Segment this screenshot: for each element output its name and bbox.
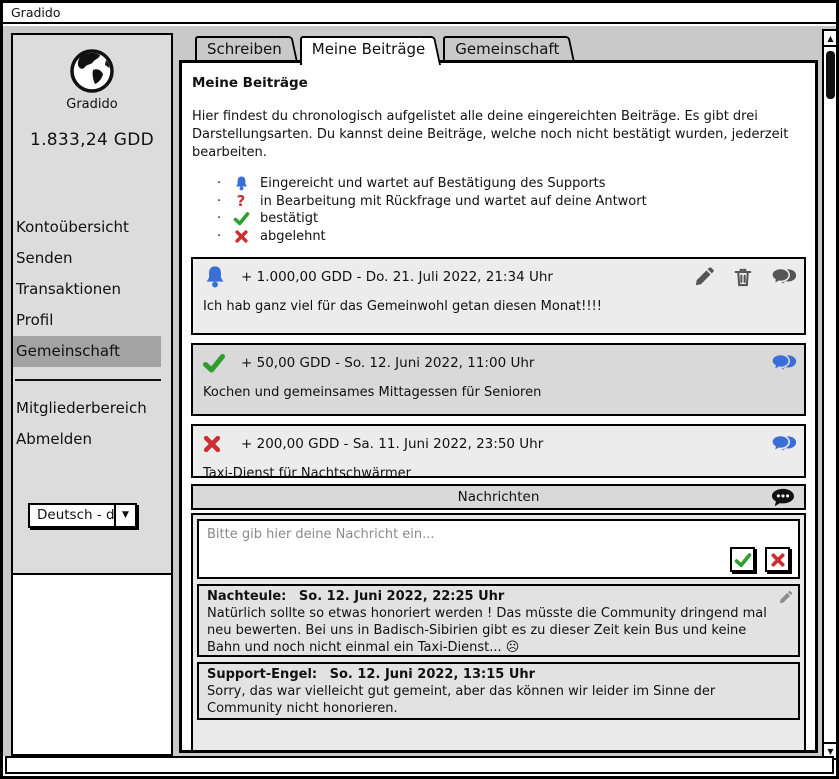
legend-item-abgelehnt: · abgelehnt (217, 228, 806, 246)
bullet: · (217, 176, 231, 191)
messages-title: Nachrichten (193, 489, 804, 505)
chat-dots-icon (770, 487, 796, 509)
message-header: Support-Engel: So. 12. Juni 2022, 13:15 … (207, 667, 774, 682)
sidebar-item-kontouebersicht[interactable]: Kontoübersicht (13, 212, 161, 243)
message-time: So. 12. Juni 2022, 22:25 Uhr (299, 589, 504, 604)
entry-title: + 1.000,00 GDD - Do. 21. Juli 2022, 21:3… (241, 269, 681, 285)
entry-text: Taxi-Dienst für Nachtschwärmer (203, 466, 795, 478)
sidebar-item-gemeinschaft[interactable]: Gemeinschaft (13, 336, 161, 367)
sidebar-divider (15, 379, 161, 381)
balance-amount: 1.833,24 GDD (13, 130, 171, 150)
content-panel: Meine Beiträge Hier findest du chronolog… (179, 60, 818, 753)
legend-text: bestätigt (260, 211, 318, 226)
check-icon (734, 551, 752, 569)
edit-icon[interactable] (693, 266, 717, 288)
logo-label: Gradido (13, 97, 171, 112)
bullet: · (217, 229, 231, 244)
chat-icon[interactable] (771, 266, 795, 288)
legend-text: in Bearbeitung mit Rückfrage und wartet … (260, 194, 647, 209)
entry-text: Ich hab ganz viel für das Gemeinwohl get… (203, 299, 795, 314)
x-icon (770, 552, 786, 568)
delete-icon[interactable] (732, 266, 756, 288)
page-title: Meine Beiträge (192, 75, 806, 91)
bullet: · (217, 194, 231, 209)
message-card: Nachteule: So. 12. Juni 2022, 22:25 Uhr … (197, 584, 800, 657)
entry-title: + 200,00 GDD - Sa. 11. Juni 2022, 23:50 … (241, 436, 759, 452)
message-text: Sorry, das war vielleicht gut gemeint, a… (207, 683, 774, 717)
entry-actions (771, 433, 795, 455)
sidebar-item-abmelden[interactable]: Abmelden (13, 424, 161, 455)
check-icon (231, 210, 251, 228)
contribution-entry-rejected: + 200,00 GDD - Sa. 11. Juni 2022, 23:50 … (191, 424, 806, 478)
bullet: · (217, 211, 231, 226)
dropdown-arrow-icon[interactable]: ▼ (116, 503, 137, 528)
legend-item-eingereicht: · Eingereicht und wartet auf Bestätigung… (217, 175, 806, 193)
sidebar-item-transaktionen[interactable]: Transaktionen (13, 274, 161, 305)
window-title: Gradido (3, 3, 836, 24)
check-icon (202, 350, 229, 376)
entry-title: + 50,00 GDD - So. 12. Juni 2022, 11:00 U… (241, 355, 759, 371)
intro-text: Hier findest du chronologisch aufgeliste… (192, 108, 800, 162)
sidebar-item-profil[interactable]: Profil (13, 305, 161, 336)
message-card: Support-Engel: So. 12. Juni 2022, 13:15 … (197, 662, 800, 720)
messages-header-bar: Nachrichten (191, 484, 806, 510)
message-text: Natürlich sollte so etwas honoriert werd… (207, 605, 774, 656)
sidebar-item-mitgliederbereich[interactable]: Mitgliederbereich (13, 393, 161, 424)
message-header: Nachteule: So. 12. Juni 2022, 22:25 Uhr (207, 589, 774, 604)
entry-actions (771, 352, 795, 374)
app-window: Gradido Gradido 1.833,24 GDD Kontoübersi… (0, 0, 839, 779)
message-author: Nachteule: (207, 589, 286, 604)
legend-text: abgelehnt (260, 229, 326, 244)
entry-header: + 200,00 GDD - Sa. 11. Juni 2022, 23:50 … (202, 431, 795, 457)
messages-panel: Nachteule: So. 12. Juni 2022, 22:25 Uhr … (191, 513, 806, 753)
message-input-buttons (730, 547, 790, 572)
legend-item-bestaetigt: · bestätigt (217, 210, 806, 228)
contribution-entry-confirmed: + 50,00 GDD - So. 12. Juni 2022, 11:00 U… (191, 343, 806, 416)
scrollbar-thumb[interactable] (826, 51, 835, 99)
message-input[interactable] (199, 521, 798, 577)
tab-schreiben[interactable]: Schreiben (195, 36, 286, 60)
entry-text: Kochen und gemeinsames Mittagessen für S… (203, 385, 795, 400)
bell-icon (231, 175, 251, 193)
message-input-box (197, 519, 800, 579)
entry-header: + 1.000,00 GDD - Do. 21. Juli 2022, 21:3… (202, 264, 795, 290)
sidebar-secondary-menu: Mitgliederbereich Abmelden (13, 393, 171, 455)
cancel-message-button[interactable] (765, 547, 790, 572)
globe-icon (68, 47, 116, 95)
message-time: So. 12. Juni 2022, 13:15 Uhr (330, 667, 535, 682)
sidebar-item-senden[interactable]: Senden (13, 243, 161, 274)
tab-meine-beitraege[interactable]: Meine Beiträge (300, 36, 430, 65)
send-message-button[interactable] (730, 547, 755, 572)
x-icon (202, 431, 229, 457)
contribution-entry-pending: + 1.000,00 GDD - Do. 21. Juli 2022, 21:3… (191, 257, 806, 335)
message-author: Support-Engel: (207, 667, 317, 682)
question-icon: ? (231, 192, 251, 210)
legend-item-rueckfrage: · ? in Bearbeitung mit Rückfrage und war… (217, 193, 806, 211)
sidebar: Gradido 1.833,24 GDD Kontoübersicht Send… (13, 35, 171, 575)
chat-icon[interactable] (771, 433, 795, 455)
language-select-value[interactable]: Deutsch - de (28, 503, 116, 528)
scroll-up-button[interactable]: ▲ (824, 31, 837, 47)
legend-text: Eingereicht und wartet auf Bestätigung d… (260, 176, 606, 191)
language-select[interactable]: Deutsch - de ▼ (28, 503, 137, 528)
tab-gemeinschaft[interactable]: Gemeinschaft (443, 36, 563, 60)
sidebar-menu: Kontoübersicht Senden Transaktionen Prof… (13, 212, 171, 367)
edit-message-icon[interactable] (778, 590, 793, 605)
chat-icon[interactable] (771, 352, 795, 374)
entry-actions (693, 266, 795, 288)
bell-icon (202, 264, 229, 290)
scrollbar[interactable]: ▲ ▼ (822, 29, 839, 760)
sidebar-container: Gradido 1.833,24 GDD Kontoübersicht Send… (11, 33, 173, 756)
status-legend: · Eingereicht und wartet auf Bestätigung… (217, 175, 806, 245)
status-bar (5, 756, 834, 774)
entry-header: + 50,00 GDD - So. 12. Juni 2022, 11:00 U… (202, 350, 795, 376)
x-icon (231, 227, 251, 245)
tab-bar: Schreiben Meine Beiträge Gemeinschaft (195, 36, 577, 60)
